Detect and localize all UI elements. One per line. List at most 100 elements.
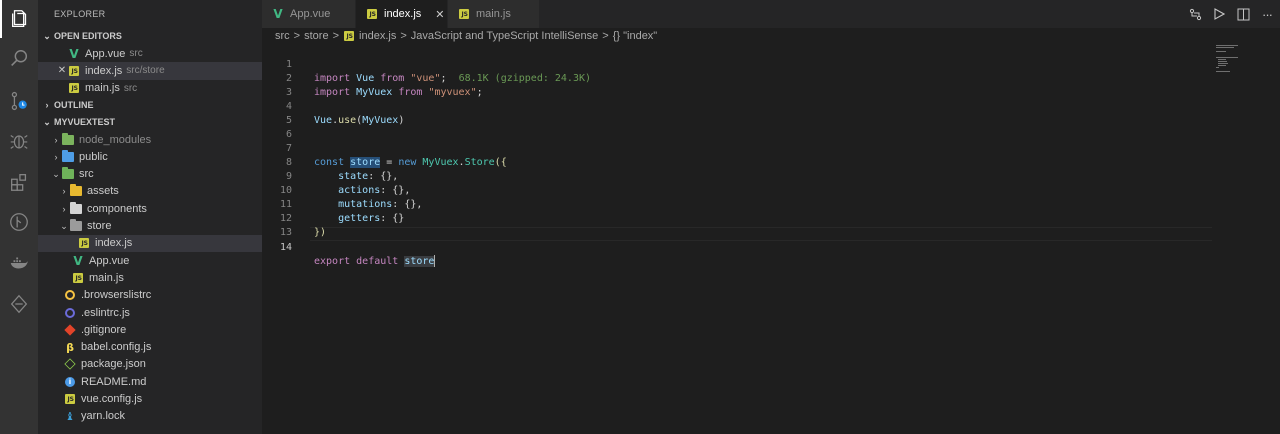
open-changes-icon[interactable] [1188, 7, 1202, 21]
token: ({ [494, 157, 507, 168]
tree-file-app-vue[interactable]: V App.vue [38, 252, 262, 269]
token: import [314, 73, 351, 84]
open-editor-name: main.js [85, 82, 120, 95]
tree-file-main-js[interactable]: JS main.js [38, 269, 262, 286]
extensions-icon[interactable] [0, 163, 38, 201]
activity-bar [0, 0, 38, 434]
tree-label: README.md [81, 375, 147, 388]
tree-folder-public[interactable]: › public [38, 148, 262, 165]
tree-label: node_modules [79, 133, 152, 146]
tree-file-browserslistrc[interactable]: .browserslistrc [38, 287, 262, 304]
code-line: 13 [262, 212, 292, 238]
tab-label: main.js [476, 8, 511, 20]
js-file-icon: JS [68, 82, 80, 94]
editor-scrollbar[interactable] [1272, 44, 1280, 434]
tree-file-babel-config[interactable]: β babel.config.js [38, 338, 262, 355]
tab-app-vue[interactable]: V App.vue [262, 0, 356, 28]
token: mutations [338, 199, 393, 210]
tree-label: components [87, 202, 147, 215]
tree-file-yarn-lock[interactable]: ♝ yarn.lock [38, 408, 262, 425]
split-editor-icon[interactable] [1236, 7, 1250, 21]
token: Vue [356, 73, 375, 84]
tree-file-vue-config[interactable]: JS vue.config.js [38, 390, 262, 407]
token: store [404, 256, 435, 267]
section-label: OUTLINE [54, 99, 94, 110]
breadcrumb-separator: > [602, 30, 609, 42]
docker-icon[interactable] [0, 244, 38, 282]
tree-file-index-js[interactable]: JS index.js [38, 234, 262, 252]
tab-index-js[interactable]: JS index.js ✕ [356, 0, 448, 28]
js-file-icon: JS [72, 272, 84, 284]
source-control-icon[interactable] [0, 82, 38, 120]
tree-label: .browserslistrc [81, 289, 152, 302]
more-actions-icon[interactable]: ··· [1260, 7, 1274, 22]
token: : {}, [392, 199, 423, 210]
open-editors-header[interactable]: ⌄ OPEN EDITORS [38, 28, 262, 45]
tree-label: vue.config.js [81, 392, 143, 405]
explorer-sidebar: EXPLORER ⌄ OPEN EDITORS V App.vue src ✕ … [38, 0, 262, 434]
open-editor-path: src/store [126, 65, 165, 77]
tree-folder-node-modules[interactable]: › node_modules [38, 131, 262, 148]
code-line: 5 [262, 100, 292, 126]
project-header[interactable]: ⌄ MYVUEXTEST [38, 114, 262, 131]
code-line: 3 [262, 72, 292, 98]
open-editor-app-vue[interactable]: V App.vue src [38, 45, 262, 62]
breadcrumb-symbol[interactable]: {} "index" [613, 30, 658, 42]
breadcrumb-language-service[interactable]: JavaScript and TypeScript IntelliSense [411, 30, 599, 42]
tree-file-eslintrc[interactable]: .eslintrc.js [38, 304, 262, 321]
tree-folder-components[interactable]: › components [38, 200, 262, 217]
close-icon[interactable]: ✕ [435, 8, 444, 21]
code-text: import MyVuex from "myvuex"; [314, 86, 483, 100]
code-line: 10 mutations: {}, [262, 170, 422, 210]
breadcrumb-store[interactable]: store [304, 30, 328, 42]
debug-icon[interactable] [0, 122, 38, 160]
js-file-icon: JS [64, 393, 76, 405]
tree-folder-assets[interactable]: › assets [38, 183, 262, 200]
outline-header[interactable]: › OUTLINE [38, 97, 262, 114]
minimap[interactable] [1212, 44, 1272, 74]
tree-label: store [87, 220, 112, 233]
tree-folder-src[interactable]: ⌄ src [38, 165, 262, 182]
editor-tabs: V App.vue JS index.js ✕ JS main.js ··· [262, 0, 1280, 28]
git-graph-icon[interactable] [0, 203, 38, 241]
search-icon[interactable] [0, 40, 38, 78]
yarn-icon: ♝ [65, 409, 75, 423]
import-cost-hint: 68.1K (gzipped: 24.3K) [458, 73, 592, 84]
token: from [398, 87, 423, 98]
token: from [380, 73, 405, 84]
tree-file-readme[interactable]: i README.md [38, 373, 262, 390]
token: }) [314, 227, 327, 238]
tree-label: assets [87, 185, 119, 198]
tree-label: yarn.lock [81, 410, 126, 423]
token: export [314, 256, 351, 267]
browserslist-icon [64, 289, 76, 301]
open-editor-main-js[interactable]: JS main.js src [38, 80, 262, 97]
code-line: 8 state: {}, [262, 142, 398, 182]
breadcrumb-separator: > [332, 30, 340, 42]
close-icon[interactable]: ✕ [56, 65, 68, 76]
git-icon [64, 324, 76, 336]
token: new [398, 157, 417, 168]
folder-icon [70, 219, 82, 232]
remote-explorer-icon[interactable] [0, 285, 38, 323]
explorer-icon[interactable] [0, 0, 38, 38]
tree-file-package-json[interactable]: package.json [38, 356, 262, 373]
run-icon[interactable] [1212, 7, 1226, 21]
token: const [314, 157, 345, 168]
tree-label: package.json [81, 358, 146, 371]
open-editor-name: index.js [85, 64, 123, 77]
open-editor-name: App.vue [85, 47, 126, 60]
eslint-icon [64, 307, 76, 319]
open-editor-index-js[interactable]: ✕ JS index.js src/store [38, 62, 262, 80]
code-editor[interactable]: 1 import Vue from "vue"; 68.1K (gzipped:… [262, 44, 1280, 434]
tree-label: index.js [95, 237, 133, 250]
breadcrumb-file[interactable]: index.js [359, 30, 396, 42]
folder-icon [70, 184, 82, 197]
breadcrumb-src[interactable]: src [275, 30, 290, 42]
token: : {}, [368, 171, 399, 182]
tree-folder-store[interactable]: ⌄ store [38, 217, 262, 234]
token: Vue [314, 115, 333, 126]
tree-file-gitignore[interactable]: .gitignore [38, 321, 262, 338]
tab-main-js[interactable]: JS main.js [448, 0, 540, 28]
folder-icon [70, 201, 82, 215]
